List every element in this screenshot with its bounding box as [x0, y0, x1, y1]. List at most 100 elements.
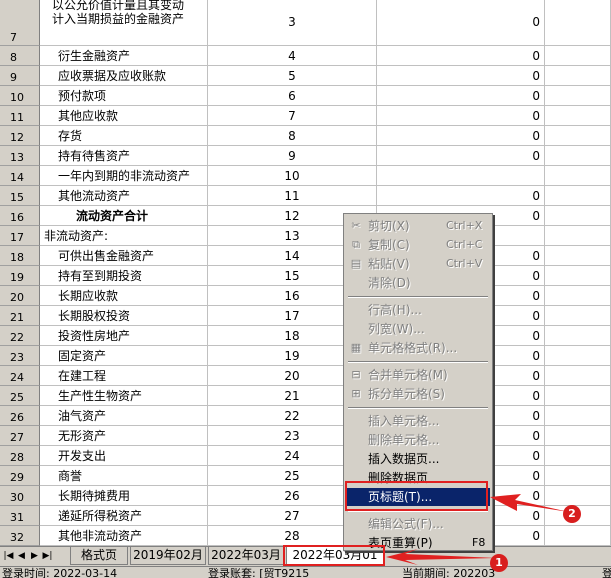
cell-item-name[interactable]: 可供出售金融资产: [40, 246, 208, 266]
cell-item-name[interactable]: 长期待摊费用: [40, 486, 208, 506]
last-sheet-nav-icon[interactable]: ▶|: [42, 550, 53, 563]
cell-item-name[interactable]: 无形资产: [40, 426, 208, 446]
cell-empty[interactable]: [545, 46, 611, 66]
cell-item-name[interactable]: 长期股权投资: [40, 306, 208, 326]
sheet-tab[interactable]: 格式页: [70, 547, 128, 565]
row-header[interactable]: 21: [0, 306, 40, 326]
menu-item[interactable]: 清除(D): [346, 274, 490, 292]
cell-item-name[interactable]: 非流动资产:: [40, 226, 208, 246]
row-header[interactable]: 16: [0, 206, 40, 226]
row-header[interactable]: 18: [0, 246, 40, 266]
cell-empty[interactable]: [545, 286, 611, 306]
cell-empty[interactable]: [545, 526, 611, 546]
cell-empty[interactable]: [545, 266, 611, 286]
cell-item-name[interactable]: 递延所得税资产: [40, 506, 208, 526]
menu-item[interactable]: ⧉ 复制(C) Ctrl+C: [346, 236, 490, 254]
cell-value[interactable]: 0: [377, 186, 545, 206]
row-header[interactable]: 11: [0, 106, 40, 126]
cell-line-number[interactable]: 11: [208, 186, 377, 206]
cell-value[interactable]: 0: [377, 0, 545, 46]
row-header[interactable]: 13: [0, 146, 40, 166]
cell-empty[interactable]: [545, 446, 611, 466]
cell-item-name[interactable]: 开发支出: [40, 446, 208, 466]
cell-empty[interactable]: [545, 0, 611, 46]
sheet-tab[interactable]: 2022年03月: [208, 547, 284, 565]
cell-line-number[interactable]: 9: [208, 146, 377, 166]
cell-empty[interactable]: [545, 366, 611, 386]
menu-item[interactable]: ▤ 粘贴(V) Ctrl+V: [346, 255, 490, 273]
cell-item-name[interactable]: 持有至到期投资: [40, 266, 208, 286]
cell-empty[interactable]: [545, 346, 611, 366]
cell-value[interactable]: 0: [377, 86, 545, 106]
cell-item-name[interactable]: 长期应收款: [40, 286, 208, 306]
cell-item-name[interactable]: 一年内到期的非流动资产: [40, 166, 208, 186]
row-header[interactable]: 23: [0, 346, 40, 366]
cell-value[interactable]: 0: [377, 46, 545, 66]
cell-value[interactable]: 0: [377, 146, 545, 166]
row-header[interactable]: 15: [0, 186, 40, 206]
cell-item-name[interactable]: 生产性生物资产: [40, 386, 208, 406]
cell-line-number[interactable]: 8: [208, 126, 377, 146]
cell-value[interactable]: 0: [377, 126, 545, 146]
menu-item[interactable]: 列宽(W)...: [346, 320, 490, 338]
cell-item-name[interactable]: 持有待售资产: [40, 146, 208, 166]
cell-empty[interactable]: [545, 186, 611, 206]
row-header[interactable]: 32: [0, 526, 40, 546]
prev-sheet-nav-icon[interactable]: ◀: [16, 550, 27, 563]
cell-empty[interactable]: [545, 146, 611, 166]
cell-value[interactable]: 0: [377, 66, 545, 86]
row-header[interactable]: 14: [0, 166, 40, 186]
menu-item[interactable]: 行高(H)...: [346, 301, 490, 319]
menu-item[interactable]: 删除单元格...: [346, 431, 490, 449]
cell-item-name[interactable]: 存货: [40, 126, 208, 146]
cell-item-name[interactable]: 其他非流动资产: [40, 526, 208, 546]
cell-line-number[interactable]: 5: [208, 66, 377, 86]
cell-item-name[interactable]: 投资性房地产: [40, 326, 208, 346]
cell-empty[interactable]: [545, 246, 611, 266]
cell-item-name[interactable]: 油气资产: [40, 406, 208, 426]
row-header[interactable]: 20: [0, 286, 40, 306]
row-header[interactable]: 27: [0, 426, 40, 446]
cell-line-number[interactable]: 3: [208, 0, 377, 46]
sheet-tab[interactable]: 2019年02月: [130, 547, 206, 565]
cell-item-name[interactable]: 其他应收款: [40, 106, 208, 126]
cell-empty[interactable]: [545, 326, 611, 346]
cell-line-number[interactable]: 7: [208, 106, 377, 126]
cell-line-number[interactable]: 4: [208, 46, 377, 66]
row-header[interactable]: 10: [0, 86, 40, 106]
cell-item-name[interactable]: 在建工程: [40, 366, 208, 386]
menu-item[interactable]: ▦ 单元格格式(R)...: [346, 339, 490, 357]
row-header[interactable]: 8: [0, 46, 40, 66]
cell-value[interactable]: [377, 166, 545, 186]
row-header[interactable]: 24: [0, 366, 40, 386]
cell-empty[interactable]: [545, 386, 611, 406]
row-header[interactable]: 25: [0, 386, 40, 406]
cell-empty[interactable]: [545, 86, 611, 106]
row-header[interactable]: 26: [0, 406, 40, 426]
cell-item-name[interactable]: 流动资产合计: [40, 206, 208, 226]
cell-empty[interactable]: [545, 66, 611, 86]
row-header[interactable]: 31: [0, 506, 40, 526]
cell-item-name[interactable]: 衍生金融资产: [40, 46, 208, 66]
cell-item-name[interactable]: 预付款项: [40, 86, 208, 106]
cell-empty[interactable]: [545, 306, 611, 326]
menu-item[interactable]: ⊞ 拆分单元格(S): [346, 385, 490, 403]
row-header[interactable]: 29: [0, 466, 40, 486]
cell-empty[interactable]: [545, 466, 611, 486]
row-header[interactable]: 28: [0, 446, 40, 466]
next-sheet-nav-icon[interactable]: ▶: [29, 550, 40, 563]
cell-value[interactable]: 0: [377, 106, 545, 126]
cell-empty[interactable]: [545, 106, 611, 126]
row-header[interactable]: 22: [0, 326, 40, 346]
cell-empty[interactable]: [545, 426, 611, 446]
cell-empty[interactable]: [545, 166, 611, 186]
row-header[interactable]: 12: [0, 126, 40, 146]
cell-item-name[interactable]: 以公允价值计量且其变动 计入当期损益的金融资产: [40, 0, 208, 46]
menu-item[interactable]: ⊟ 合并单元格(M): [346, 366, 490, 384]
row-header[interactable]: 7: [0, 0, 40, 46]
cell-empty[interactable]: [545, 206, 611, 226]
cell-item-name[interactable]: 固定资产: [40, 346, 208, 366]
menu-item[interactable]: 编辑公式(F)...: [346, 515, 490, 533]
cell-empty[interactable]: [545, 486, 611, 506]
menu-item[interactable]: 插入数据页...: [346, 450, 490, 468]
